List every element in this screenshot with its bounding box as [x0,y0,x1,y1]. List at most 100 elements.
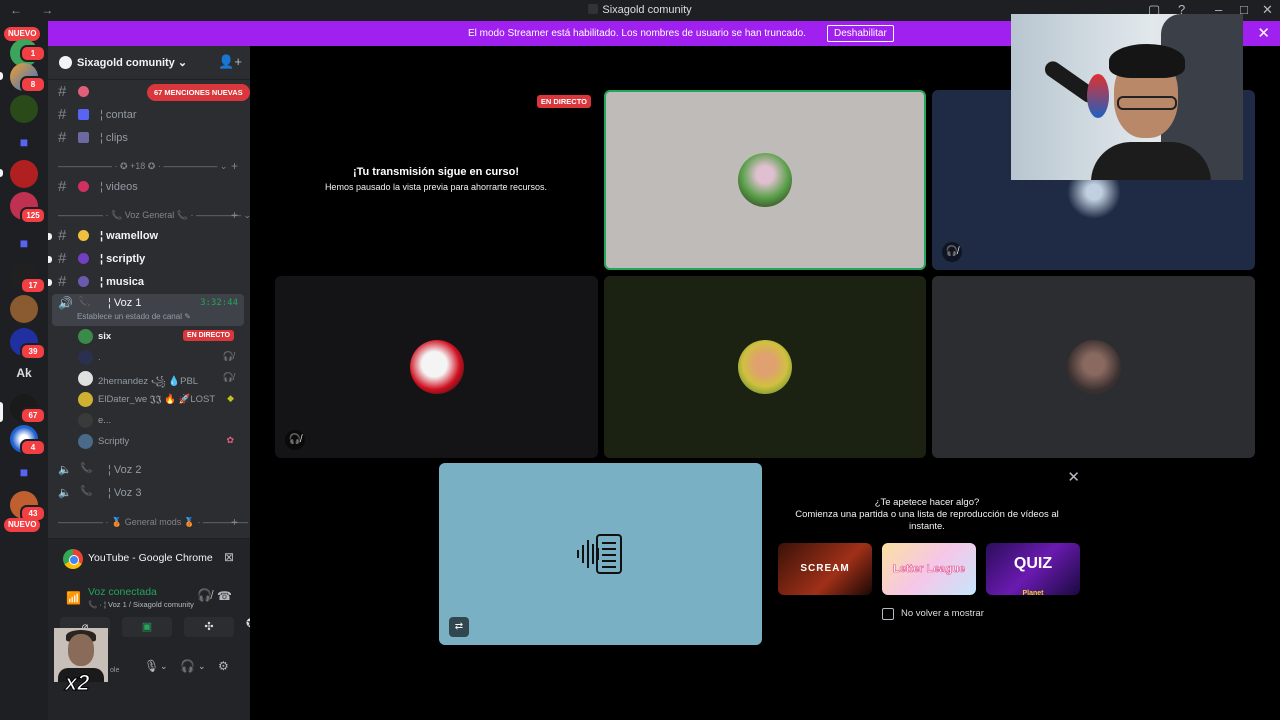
disconnect-icon[interactable]: ☎ [217,589,232,603]
server-icon[interactable] [10,95,38,123]
webcam-glasses [1117,96,1177,110]
voice-member[interactable]: Scriptly ✿ [78,432,242,452]
server-badge: 67 [20,407,46,424]
deafened-icon: 🎧̸ [222,372,234,382]
activities-button[interactable]: ✣ [184,617,234,637]
deafened-icon: 🎧̸ [942,242,962,262]
category-label: —————— · ✪ +18 ✪ · —————— ⌄ [58,161,228,171]
channel-label: ¦ scriptly [100,253,146,265]
participant-avatar [1066,340,1121,394]
add-channel-icon[interactable]: + [231,515,238,529]
dont-show-label[interactable]: No volver a mostrar [901,608,984,619]
close-window-button[interactable]: ✕ [1262,2,1273,18]
participant-tile[interactable] [604,276,926,458]
chevron-down-icon[interactable]: ⌄ [160,661,168,672]
close-icon[interactable]: ✕ [1067,468,1080,486]
voice-member[interactable]: 2hernandez ꧁ 💧PBL 🎧̸ [78,369,242,389]
category-header[interactable]: ————— · 📞 Voz General 📞 · ————— ⌄ + [58,208,250,224]
member-name: Scriptly [98,436,130,447]
dont-show-checkbox[interactable] [882,608,894,620]
game-card-quiz[interactable]: QUIZ Planet [986,543,1080,595]
disable-streamer-button[interactable]: Deshabilitar [827,25,894,42]
signal-icon[interactable]: 📶 [66,591,81,605]
category-header[interactable]: ————— · 🥉 General mods 🥉 · ————— ⌄ + [58,515,250,531]
avatar [78,392,93,407]
app-icon [588,4,599,14]
game-card-scream[interactable]: SCREAM [778,543,872,595]
channel-emoji [78,230,89,241]
voice-channel-row[interactable]: 🔈 📞 ¦ Voz 2 [56,460,242,480]
channel-row[interactable]: # ¦ clips [56,128,242,148]
audio-wave-icon [577,534,622,574]
mic-icon[interactable]: 🎙 [144,659,159,673]
voice-connected-channel[interactable]: 📞 · ¦ Voz 1 / Sixagold comunity [88,600,194,609]
settings-icon[interactable]: ⚙ [218,659,229,673]
channel-row[interactable]: # ¦ contar [56,105,242,125]
voice-channel-row[interactable]: 🔈 📞 ¦ Voz 3 [56,483,242,503]
add-channel-icon[interactable]: + [231,159,238,173]
hash-icon: # [58,250,67,267]
channel-row[interactable]: # ¦ videos [56,177,242,197]
game-card-letter-league[interactable]: Letter League [882,543,976,595]
server-badge: 39 [20,343,46,360]
voice-member[interactable]: . 🎧̸ [78,348,242,368]
channel-row[interactable]: # ¦ wamellow [48,226,242,246]
hash-icon: # [58,129,67,146]
participant-avatar [409,340,464,394]
participant-tile[interactable] [932,276,1255,458]
category-label: ————— · 🥉 General mods 🥉 · ————— ⌄ [58,517,250,527]
channel-row[interactable]: # ¦ musica [48,272,242,292]
channel-label: ¦ videos [100,181,138,193]
webcam-overlay [1011,14,1243,180]
server-icon[interactable] [10,160,38,188]
invite-icon[interactable]: 👤+ [218,54,242,70]
chevron-down-icon[interactable]: ⌄ [198,661,206,672]
voice-member[interactable]: ElDater_we 𝕵𝕵 🔥 🚀LOST ◆ [78,390,242,410]
hash-icon: # [58,273,67,290]
participant-tile[interactable]: 🎧̸ [275,276,598,458]
voice-timer: 3:32:44 [200,298,238,308]
noise-suppression-icon[interactable]: 🎧̸ [197,588,212,602]
new-mentions-pill[interactable]: 67 MENCIONES NUEVAS [147,84,250,101]
paused-preview-tile[interactable]: EN DIRECTO ¡Tu transmisión sigue en curs… [275,90,597,270]
active-voice-channel[interactable]: 🔊 📞 ¦ Voz 1 3:32:44 Establece un estado … [52,294,244,326]
voice-channel-label: ¦ Voz 3 [108,487,142,499]
server-badge: 1 [20,45,46,62]
paused-title: ¡Tu transmisión sigue en curso! [352,166,520,178]
overlay-text: x2 [64,670,90,696]
voice-channel-label: ¦ Voz 1 [108,297,142,309]
voice-member[interactable]: six EN DIRECTO [78,327,242,347]
unread-indicator [48,279,52,286]
unread-pill [0,169,3,177]
share-screen-button[interactable]: ▣ [122,617,172,637]
channel-label: ¦ contar [100,109,137,121]
stop-stream-icon[interactable]: ⊠ [224,550,234,564]
participant-tile-speaking[interactable] [604,90,926,270]
webcam-toy [1087,74,1109,118]
server-icon[interactable] [10,295,38,323]
voice-connected-label[interactable]: Voz conectada [88,586,157,598]
stream-tile[interactable]: ⇄ [439,463,762,645]
stream-switch-icon[interactable]: ⇄ [449,617,469,637]
headset-icon[interactable]: 🎧 [180,659,195,673]
add-channel-icon[interactable]: + [231,208,238,222]
category-header[interactable]: —————— · ✪ +18 ✪ · —————— ⌄ + [58,159,240,175]
live-badge: EN DIRECTO [182,330,234,341]
unread-pill [0,72,3,80]
member-name: e... [98,415,112,426]
channel-status[interactable]: Establece un estado de canal ✎ [77,312,191,321]
live-badge: EN DIRECTO [536,95,591,108]
member-name: six [98,331,112,342]
server-header[interactable]: Sixagold comunity ⌄ 👤+ [48,46,250,80]
server-text-icon[interactable]: Ak [10,359,38,387]
member-name: . [98,352,101,363]
folder-icon[interactable]: ■ [10,128,38,156]
unread-indicator [48,256,52,263]
channel-row[interactable]: # ¦ scriptly [48,249,242,269]
folder-icon[interactable]: ■ [10,229,38,257]
phone-icon: 📞 [78,297,91,308]
banner-close-icon[interactable]: ✕ [1257,24,1270,42]
server-list: NUEVO 1 8 ■ 125 ■ 17 39 Ak 67 4 ■ 43 NUE… [0,21,48,720]
folder-icon[interactable]: ■ [10,458,38,486]
voice-member[interactable]: e... [78,411,242,431]
